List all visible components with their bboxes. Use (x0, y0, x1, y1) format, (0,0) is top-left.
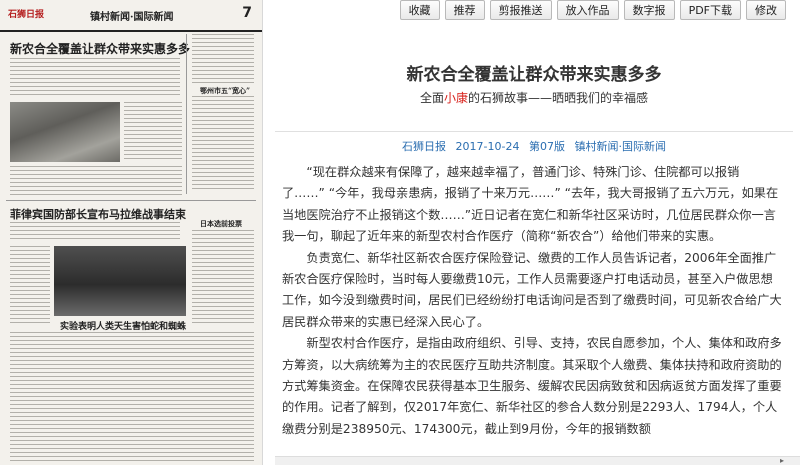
newspaper-headline-second[interactable]: 菲律宾国防部长宣布马拉维战事结束 (10, 206, 186, 222)
horizontal-scrollbar[interactable]: ▸ (275, 456, 800, 465)
article-text-block (192, 230, 254, 326)
article-paragraph: 负责宽仁、新华社区新农合医疗保险登记、缴费的工作人员告诉记者，2006年全面推广… (282, 250, 782, 329)
subtitle-prefix: 全面 (419, 91, 444, 105)
article-text-block (10, 246, 50, 326)
newspaper-photo-stage (54, 246, 186, 316)
newspaper-headline-main[interactable]: 新农合全覆盖让群众带来实惠多多 (10, 40, 190, 57)
newspaper-page-number: 7 (242, 5, 252, 21)
newspaper-section-title: 镇村新闻·国际新闻 (90, 12, 174, 23)
article-text-block (192, 34, 254, 84)
article-subtitle: 全面小康的石狮故事——晒晒我们的幸福感 (275, 89, 793, 106)
newspaper-masthead: 石狮日报 镇村新闻·国际新闻 7 (0, 0, 262, 32)
side-article-title: 鄂州市五“宽心” (200, 86, 251, 95)
article-title: 新农合全覆盖让群众带来实惠多多 (406, 65, 662, 85)
article-panel: 新农合全覆盖让群众带来实惠多多 全面小康的石狮故事——晒晒我们的幸福感 石狮日报… (275, 0, 793, 465)
newspaper-logo: 石狮日报 (8, 10, 45, 20)
article-text-block (10, 222, 180, 242)
article-text-block (10, 166, 182, 196)
scroll-right-icon[interactable]: ▸ (780, 457, 784, 465)
newspaper-page-thumbnail[interactable]: 石狮日报 镇村新闻·国际新闻 7 新农合全覆盖让群众带来实惠多多 鄂州市五“宽心… (0, 0, 263, 465)
subtitle-highlight: 小康 (443, 91, 468, 105)
article-meta: 石狮日报 2017-10-24 第07版 镇村新闻·国际新闻 (275, 138, 793, 154)
article-body: “现在群众越来有保障了，越来越幸福了，普通门诊、特殊门诊、住院都可以报销了……”… (282, 162, 782, 440)
meta-date: 2017-10-24 (455, 140, 520, 153)
subtitle-suffix: 的石狮故事——晒晒我们的幸福感 (468, 91, 649, 105)
article-paragraph: 新型农村合作医疗，是指由政府组织、引导、支持，农民自愿参加，个人、集体和政府多方… (282, 336, 782, 436)
newspaper-headline-third[interactable]: 实验表明人类天生害怕蛇和蜘蛛 (60, 319, 186, 332)
side-article-title: 日本选前投票 (200, 219, 242, 228)
article-text-block (192, 96, 254, 191)
article-text-block (124, 102, 182, 162)
column-divider (186, 34, 187, 194)
meta-section[interactable]: 镇村新闻·国际新闻 (574, 140, 666, 153)
newspaper-photo-village (10, 102, 120, 162)
meta-source[interactable]: 石狮日报 (402, 140, 446, 153)
meta-page[interactable]: 第07版 (529, 140, 565, 153)
article-paragraph: “现在群众越来有保障了，越来越幸福了，普通门诊、特殊门诊、住院都可以报销了……”… (282, 165, 779, 244)
article-text-block (10, 58, 180, 98)
article-text-block (10, 332, 254, 462)
section-divider (6, 200, 256, 201)
article-divider (275, 131, 793, 132)
